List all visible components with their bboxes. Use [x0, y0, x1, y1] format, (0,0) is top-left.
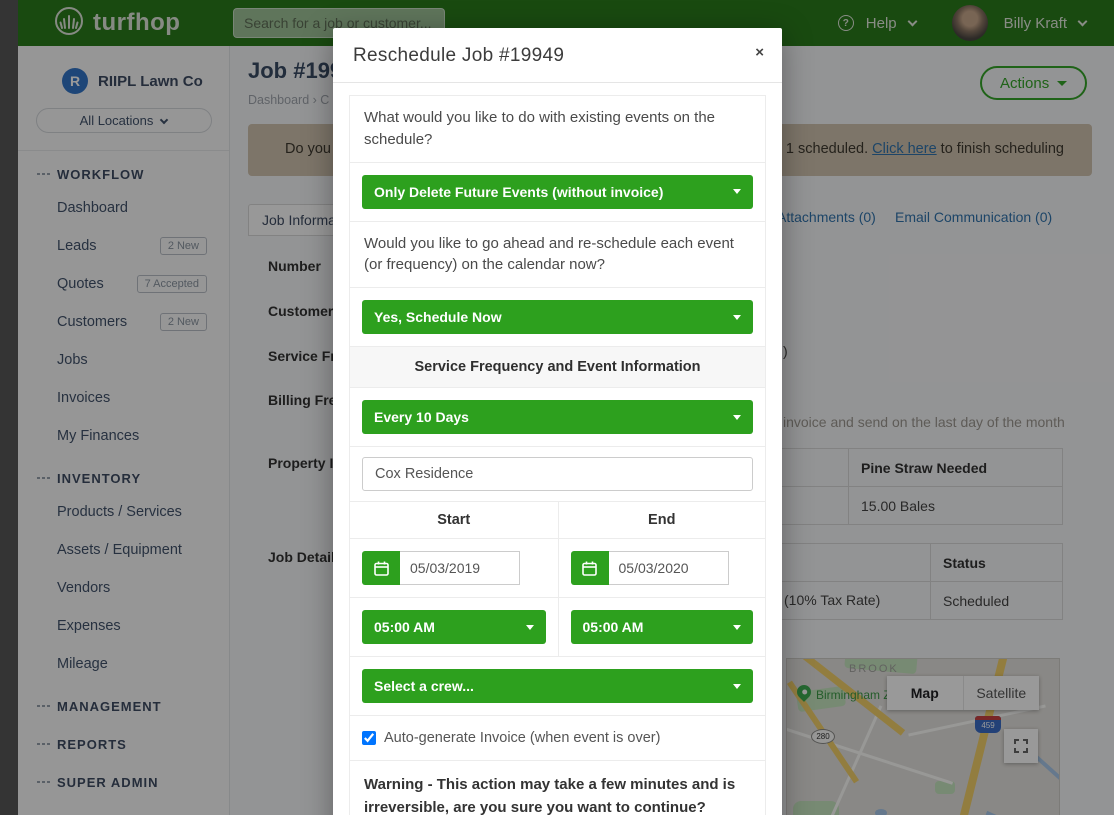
existing-events-value: Only Delete Future Events (without invoi…	[374, 184, 663, 200]
end-date-input[interactable]	[609, 551, 729, 585]
reschedule-job-modal: Reschedule Job #19949 × What would you l…	[333, 28, 782, 815]
caret-down-icon	[733, 684, 741, 689]
start-end-grid: Start End	[349, 501, 766, 657]
crew-placeholder: Select a crew...	[374, 678, 474, 694]
end-time-value: 05:00 AM	[583, 619, 644, 635]
caret-down-icon	[733, 315, 741, 320]
warning-text: Warning - This action may take a few min…	[349, 760, 766, 815]
end-date-cell	[558, 538, 766, 597]
caret-down-icon	[733, 189, 741, 194]
calendar-icon	[582, 561, 597, 576]
reschedule-now-question: Would you like to go ahead and re-schedu…	[349, 221, 766, 289]
start-time-value: 05:00 AM	[374, 619, 435, 635]
start-column-header: Start	[350, 502, 558, 538]
start-date-cell	[350, 538, 558, 597]
modal-title: Reschedule Job #19949	[333, 28, 782, 83]
end-column-header: End	[558, 502, 766, 538]
auto-invoice-checkbox[interactable]	[362, 731, 376, 745]
end-calendar-button[interactable]	[571, 551, 609, 585]
reschedule-now-row: Yes, Schedule Now	[349, 287, 766, 347]
end-time-cell: 05:00 AM	[558, 597, 766, 656]
frequency-select[interactable]: Every 10 Days	[362, 400, 753, 434]
caret-down-icon	[733, 625, 741, 630]
reschedule-now-select[interactable]: Yes, Schedule Now	[362, 300, 753, 334]
auto-invoice-label: Auto-generate Invoice (when event is ove…	[384, 730, 660, 746]
start-time-select[interactable]: 05:00 AM	[362, 610, 546, 644]
start-calendar-button[interactable]	[362, 551, 400, 585]
calendar-icon	[374, 561, 389, 576]
caret-down-icon	[526, 625, 534, 630]
event-name-input[interactable]	[362, 457, 753, 491]
auto-invoice-row: Auto-generate Invoice (when event is ove…	[349, 715, 766, 761]
existing-events-row: Only Delete Future Events (without invoi…	[349, 162, 766, 222]
crew-select[interactable]: Select a crew...	[362, 669, 753, 703]
frequency-section-header: Service Frequency and Event Information	[349, 346, 766, 388]
existing-events-select[interactable]: Only Delete Future Events (without invoi…	[362, 175, 753, 209]
end-time-select[interactable]: 05:00 AM	[571, 610, 754, 644]
start-time-cell: 05:00 AM	[350, 597, 558, 656]
modal-close-icon[interactable]: ×	[755, 45, 764, 60]
frequency-row: Every 10 Days	[349, 387, 766, 447]
crew-row: Select a crew...	[349, 656, 766, 716]
app-window: turfhop Help Billy Kraft R RIIPL Lawn Co…	[0, 0, 1114, 815]
reschedule-now-value: Yes, Schedule Now	[374, 309, 502, 325]
existing-events-question: What would you like to do with existing …	[349, 95, 766, 163]
event-name-row	[349, 446, 766, 502]
start-date-input[interactable]	[400, 551, 520, 585]
caret-down-icon	[733, 415, 741, 420]
modal-body: What would you like to do with existing …	[333, 83, 782, 815]
frequency-value: Every 10 Days	[374, 409, 469, 425]
